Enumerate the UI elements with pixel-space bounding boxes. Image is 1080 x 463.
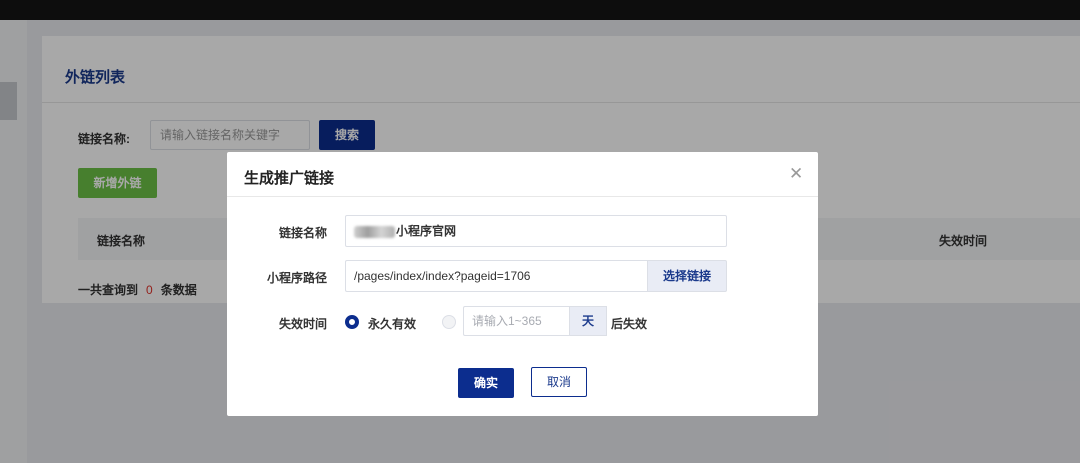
dialog-divider xyxy=(227,196,818,197)
dialog-title: 生成推广链接 xyxy=(244,170,335,187)
after-expiry-text: 后失效 xyxy=(611,317,648,331)
radio-forever[interactable] xyxy=(345,315,359,329)
link-name-input[interactable]: 小程序官网 xyxy=(345,215,727,247)
mini-program-path-input[interactable]: /pages/index/index?pageid=1706 xyxy=(345,260,647,292)
cancel-button[interactable]: 取消 xyxy=(531,367,587,397)
mini-program-path-label: 小程序路径 xyxy=(266,271,327,285)
choose-link-button[interactable]: 选择链接 xyxy=(647,260,727,292)
link-name-label: 链接名称 xyxy=(278,226,327,240)
redacted-text xyxy=(354,225,395,238)
days-input[interactable]: 请输入1~365 xyxy=(463,306,569,336)
radio-forever-label[interactable]: 永久有效 xyxy=(368,315,416,332)
generate-link-dialog: 生成推广链接 ✕ 链接名称 小程序官网 小程序路径 /pages/index/i… xyxy=(227,152,818,416)
days-unit: 天 xyxy=(569,306,607,336)
expiry-label: 失效时间 xyxy=(278,317,327,331)
radio-days[interactable] xyxy=(442,315,456,329)
confirm-button[interactable]: 确实 xyxy=(458,368,514,398)
close-icon[interactable]: ✕ xyxy=(789,164,803,184)
link-name-value: 小程序官网 xyxy=(396,224,457,238)
